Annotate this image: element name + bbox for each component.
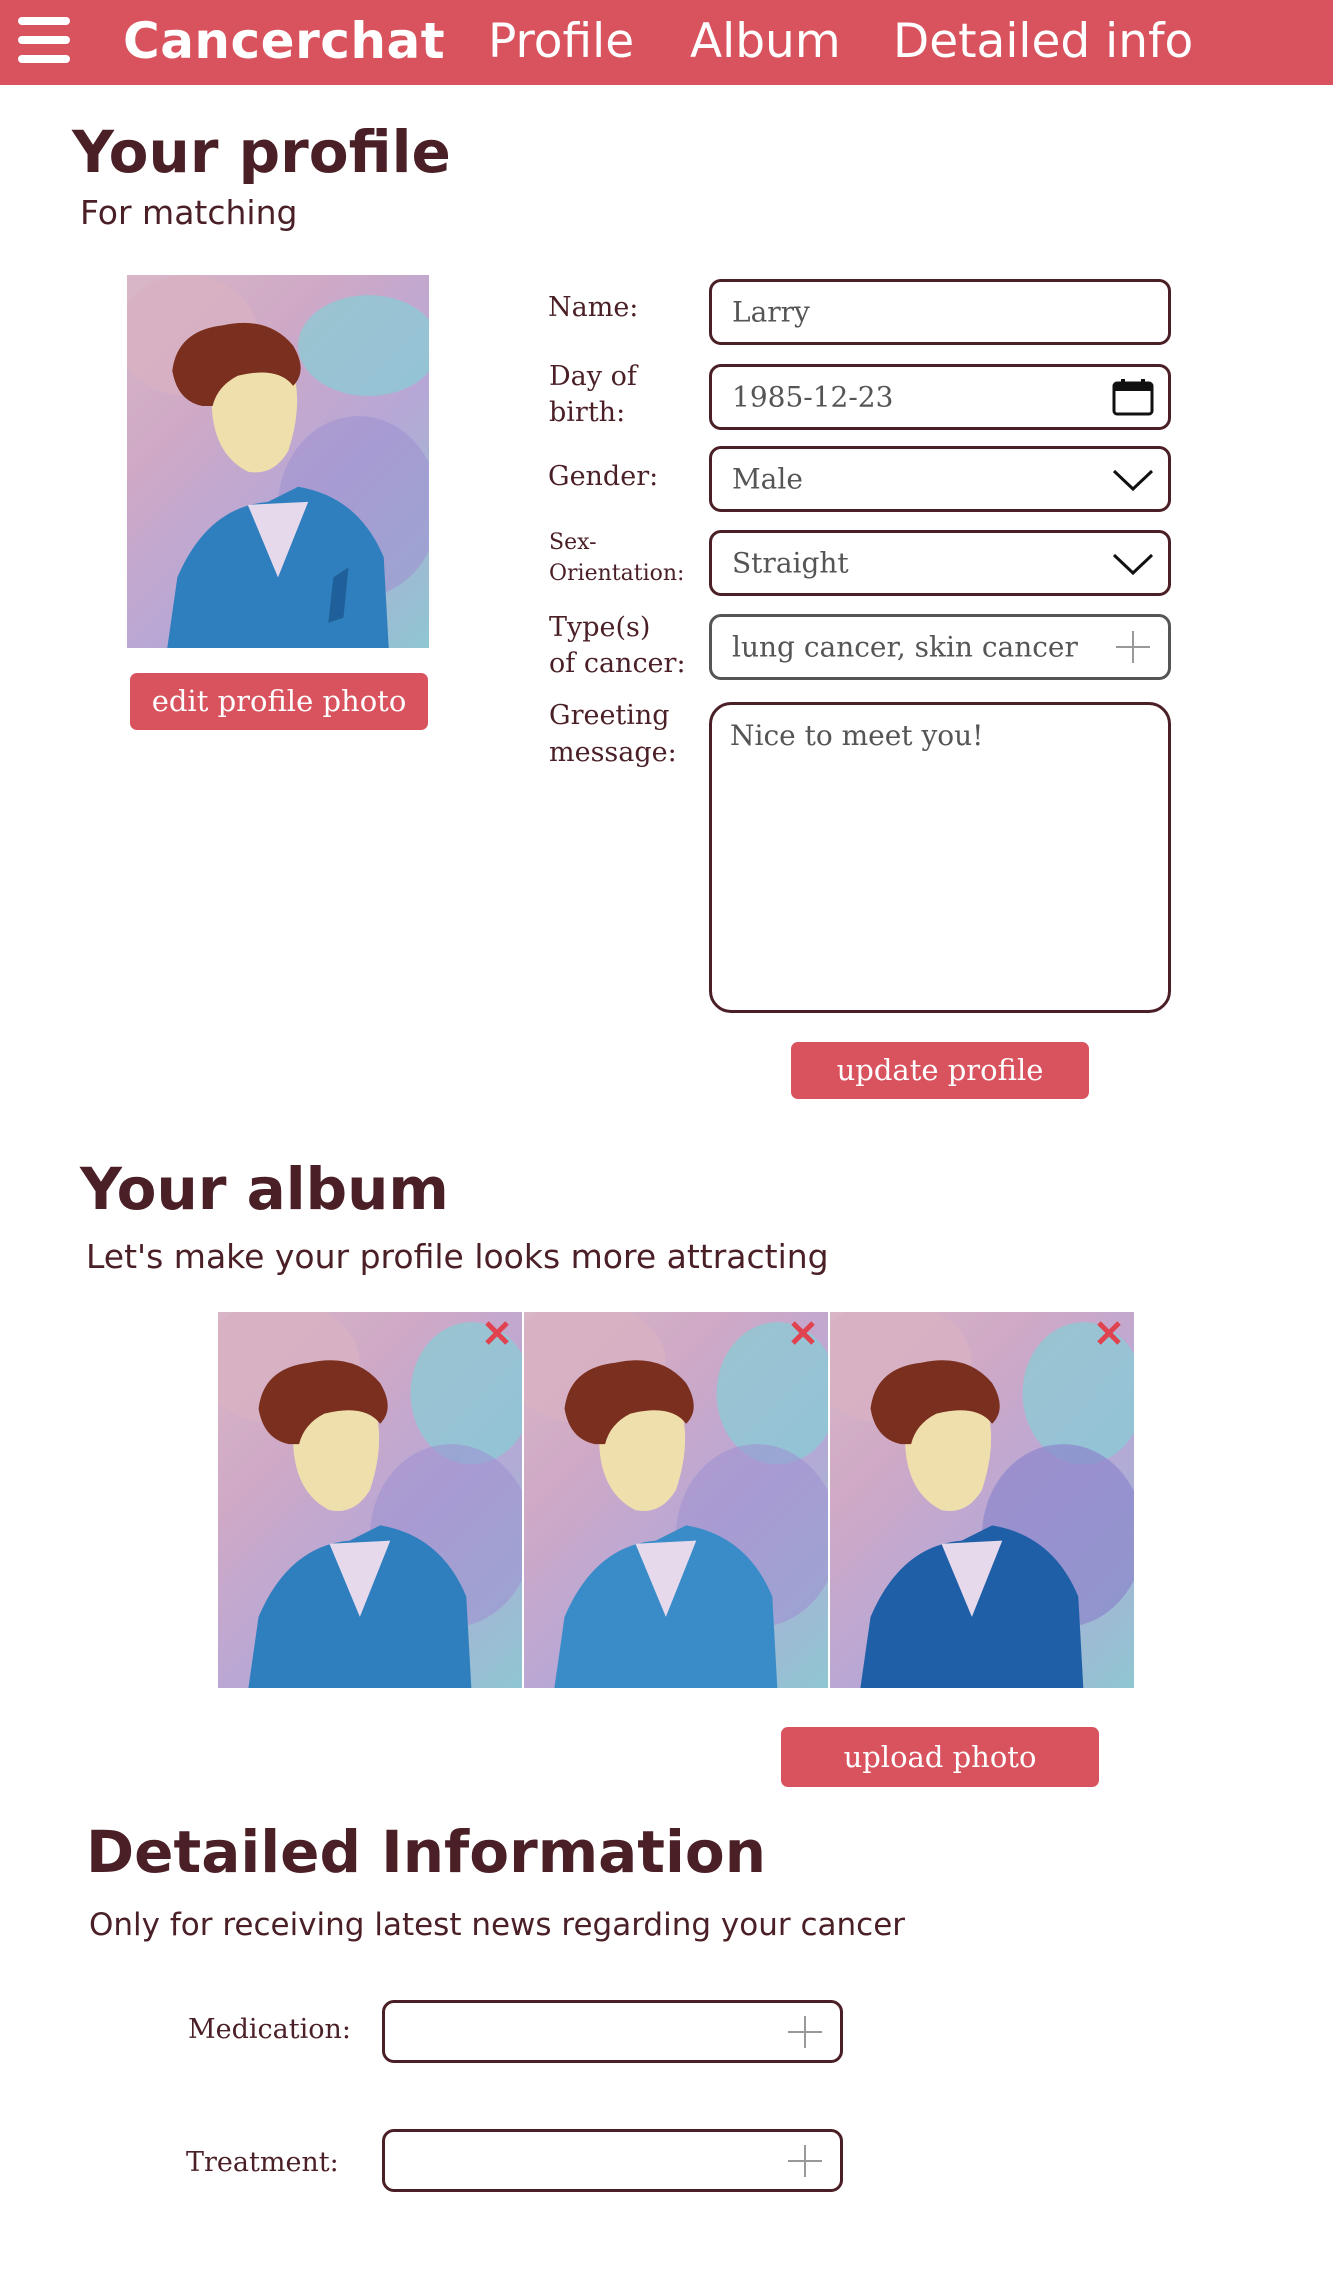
greeting-value: Nice to meet you!: [730, 719, 984, 752]
orientation-label-line2: Orientation:: [549, 561, 685, 586]
medication-label: Medication:: [188, 2014, 351, 2045]
orientation-label-line1: Sex-: [549, 530, 597, 555]
treatment-label: Treatment:: [186, 2147, 339, 2178]
plus-icon[interactable]: [784, 2142, 826, 2180]
close-icon[interactable]: [790, 1320, 816, 1346]
dob-input[interactable]: 1985-12-23: [709, 364, 1171, 430]
edit-profile-photo-button[interactable]: edit profile photo: [130, 673, 428, 730]
dob-value: 1985-12-23: [732, 380, 894, 414]
name-value: Larry: [732, 295, 810, 329]
treatment-input[interactable]: [382, 2129, 843, 2192]
detailed-section-subtitle: Only for receiving latest news regarding…: [89, 1907, 906, 1943]
album-photo-2[interactable]: [524, 1312, 828, 1688]
album-section-subtitle: Let's make your profile looks more attra…: [86, 1237, 829, 1276]
greeting-label-line2: message:: [549, 737, 677, 768]
brand-logo[interactable]: Cancerchat: [123, 12, 445, 70]
nav-link-profile[interactable]: Profile: [488, 14, 634, 69]
orientation-value: Straight: [732, 546, 849, 580]
gender-label: Gender:: [548, 461, 659, 492]
dob-label-line1: Day of: [549, 361, 637, 392]
profile-photo: [127, 275, 429, 648]
calendar-icon[interactable]: [1112, 378, 1154, 416]
upload-photo-button[interactable]: upload photo: [781, 1727, 1099, 1787]
cancer-types-label-line2: of cancer:: [549, 648, 686, 679]
hamburger-menu-icon[interactable]: [18, 17, 70, 63]
greeting-label-line1: Greeting: [549, 700, 670, 731]
name-input[interactable]: Larry: [709, 279, 1171, 345]
cancer-types-label-line1: Type(s): [549, 612, 651, 643]
dob-label-line2: birth:: [549, 397, 626, 428]
update-profile-button[interactable]: update profile: [791, 1042, 1089, 1099]
medication-input[interactable]: [382, 2000, 843, 2063]
gender-select[interactable]: Male: [709, 446, 1171, 512]
chevron-down-icon: [1112, 469, 1154, 492]
cancer-types-value: lung cancer, skin cancer: [732, 630, 1078, 664]
orientation-select[interactable]: Straight: [709, 530, 1171, 596]
album-photo-3[interactable]: [830, 1312, 1134, 1688]
nav-link-album[interactable]: Album: [690, 14, 841, 69]
plus-icon[interactable]: [1112, 628, 1154, 666]
greeting-textarea[interactable]: Nice to meet you!: [709, 702, 1171, 1013]
close-icon[interactable]: [1096, 1320, 1122, 1346]
nav-link-detailed-info[interactable]: Detailed info: [893, 14, 1193, 69]
top-navbar: Cancerchat Profile Album Detailed info: [0, 0, 1333, 85]
plus-icon[interactable]: [784, 2013, 826, 2051]
cancer-types-input[interactable]: lung cancer, skin cancer: [709, 614, 1171, 680]
album-photo-1[interactable]: [218, 1312, 522, 1688]
profile-section-title: Your profile: [72, 118, 451, 186]
detailed-section-title: Detailed Information: [86, 1818, 767, 1886]
profile-section-subtitle: For matching: [80, 193, 298, 232]
album-section-title: Your album: [80, 1155, 449, 1223]
chevron-down-icon: [1112, 553, 1154, 576]
close-icon[interactable]: [484, 1320, 510, 1346]
name-label: Name:: [548, 292, 639, 323]
gender-value: Male: [732, 462, 803, 496]
